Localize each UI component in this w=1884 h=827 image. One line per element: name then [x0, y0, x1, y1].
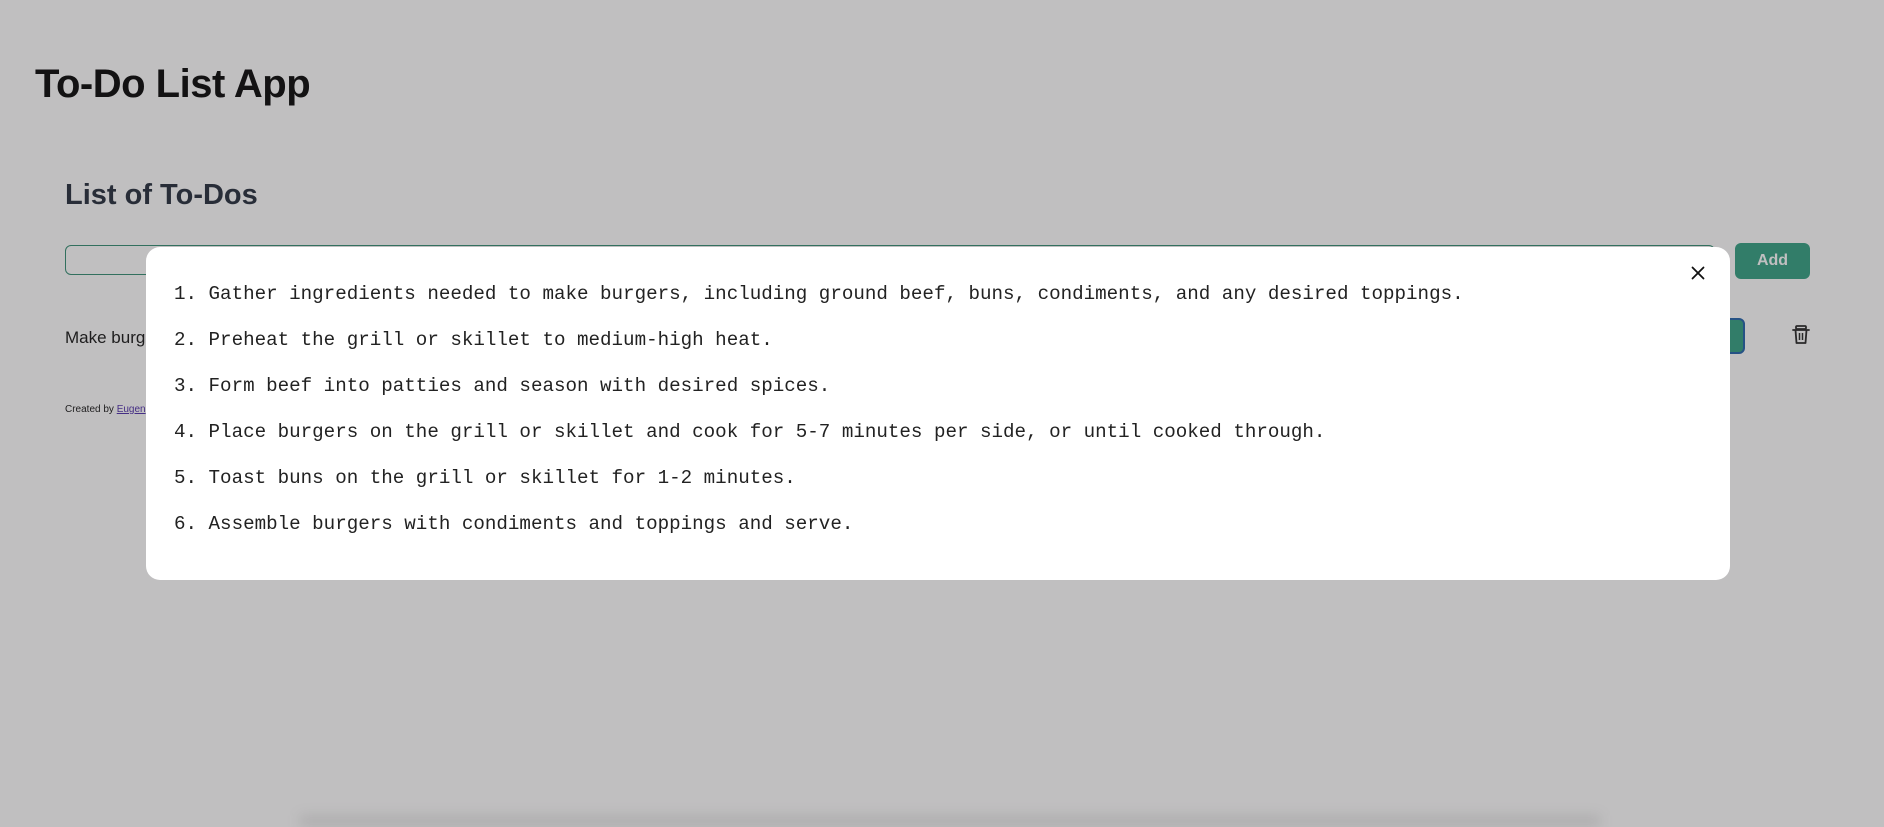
close-icon: [1691, 266, 1705, 280]
steps-list: 1. Gather ingredients needed to make bur…: [174, 283, 1464, 559]
step-item: 6. Assemble burgers with condiments and …: [174, 513, 854, 535]
overlay-shadow: [300, 815, 1600, 827]
step-item: 1. Gather ingredients needed to make bur…: [174, 283, 1464, 305]
page: To-Do List App List of To-Dos Add Make b…: [0, 0, 1884, 827]
step-item: 2. Preheat the grill or skillet to mediu…: [174, 329, 773, 351]
step-item: 4. Place burgers on the grill or skillet…: [174, 421, 1326, 443]
close-modal-button[interactable]: [1686, 261, 1710, 285]
step-item: 5. Toast buns on the grill or skillet fo…: [174, 467, 796, 489]
steps-modal: 1. Gather ingredients needed to make bur…: [146, 247, 1730, 580]
step-item: 3. Form beef into patties and season wit…: [174, 375, 831, 397]
